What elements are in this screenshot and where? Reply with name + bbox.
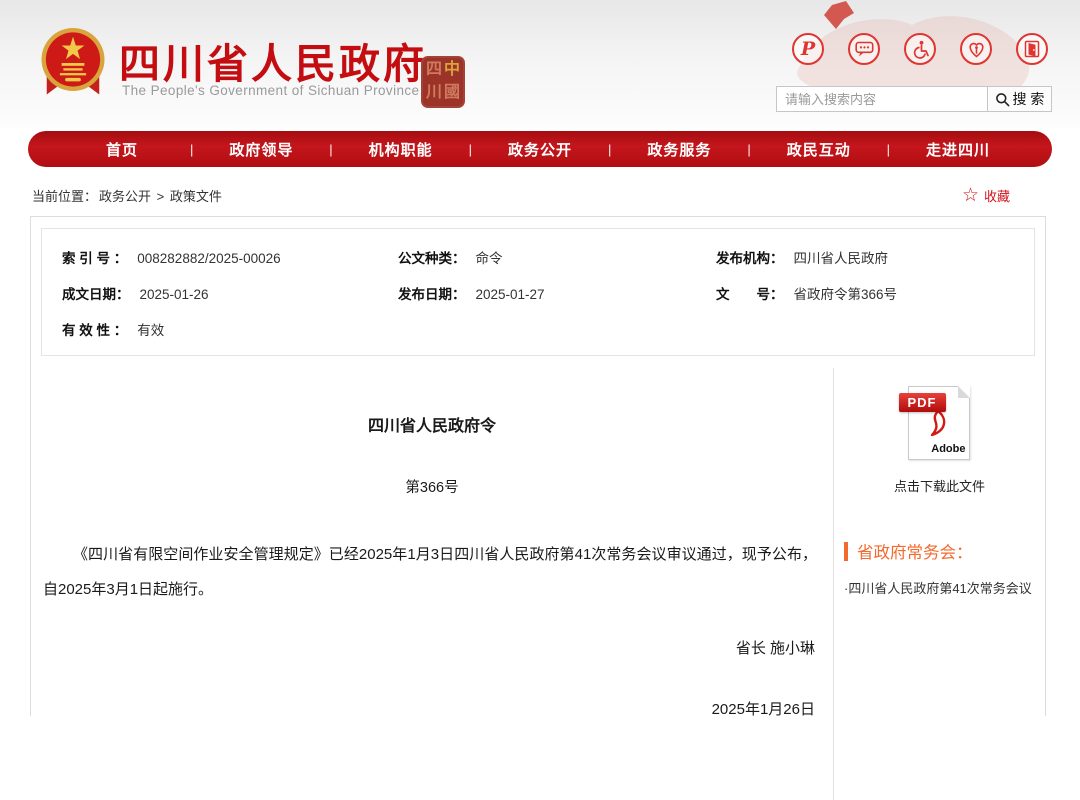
map-pin-icon (824, 1, 854, 29)
p-badge-icon[interactable]: P (792, 33, 824, 65)
content-row: 四川省人民政府令 第366号 《四川省有限空间作业安全管理规定》已经2025年1… (31, 368, 1045, 800)
star-icon: ☆ (962, 186, 979, 205)
breadcrumb-label: 当前位置： (32, 189, 97, 204)
main-navbar: 首页 | 政府领导 | 机构职能 | 政务公开 | 政务服务 | 政民互动 | … (28, 131, 1052, 167)
national-emblem-logo (38, 20, 108, 106)
nav-item-home[interactable]: 首页 (54, 139, 190, 160)
search-button-label: 搜 索 (1013, 89, 1045, 109)
adobe-label: Adobe (931, 443, 965, 455)
header-icon-row: P (792, 33, 1048, 65)
nav-item-institution-functions[interactable]: 机构职能 (333, 139, 469, 160)
login-door-icon[interactable] (1016, 33, 1048, 65)
site-header: 四川省人民政府 The People's Government of Sichu… (0, 0, 1080, 128)
seal-glyph: 四 (426, 60, 442, 81)
accessibility-wheelchair-icon[interactable] (904, 33, 936, 65)
search-bar: 搜 索 (776, 86, 1052, 112)
document-meta-table: 索 引 号 ： 008282882/2025-00026 公文种类： 命令 发布… (41, 228, 1035, 356)
nav-item-government-services[interactable]: 政务服务 (611, 139, 747, 160)
search-icon (995, 92, 1010, 107)
document-title: 四川省人民政府令 (31, 412, 833, 436)
meta-issuing-agency: 发布机构： 四川省人民政府 (716, 247, 1014, 267)
nav-item-government-affairs-disclosure[interactable]: 政务公开 (472, 139, 608, 160)
meta-document-number: 文 号： 省政府令第366号 (716, 283, 1014, 303)
meta-written-date: 成文日期： 2025-01-26 (62, 283, 398, 303)
article-body: 四川省人民政府令 第366号 《四川省有限空间作业安全管理规定》已经2025年1… (31, 368, 833, 800)
search-button[interactable]: 搜 索 (988, 86, 1052, 112)
breadcrumb-row: 当前位置：政务公开 > 政策文件 ☆ 收藏 (30, 181, 1046, 209)
seal-glyph: 國 (444, 83, 460, 104)
nav-item-public-interaction[interactable]: 政民互动 (751, 139, 887, 160)
breadcrumb-separator: > (157, 189, 165, 204)
meta-document-type: 公文种类： 命令 (398, 247, 716, 267)
site-subtitle: The People's Government of Sichuan Provi… (122, 83, 419, 98)
care-version-icon[interactable] (960, 33, 992, 65)
pdf-fold-corner (958, 386, 970, 398)
nav-item-government-leaders[interactable]: 政府领导 (193, 139, 329, 160)
meta-publish-date: 发布日期： 2025-01-27 (398, 283, 716, 303)
sidebar-section-header: 省政府常务会： (844, 539, 1045, 563)
breadcrumb-link-zhengwugongkai[interactable]: 政务公开 (99, 189, 151, 204)
section-title: 省政府常务会： (857, 539, 973, 563)
meta-validity: 有 效 性 ： 有效 (62, 319, 398, 339)
breadcrumb-current[interactable]: 政策文件 (170, 189, 222, 204)
sidebar-meeting-link[interactable]: ·四川省人民政府第41次常务会议 (844, 580, 1033, 598)
seal-glyph: 中 (444, 60, 460, 81)
pdf-download-icon[interactable]: Adobe PDF (908, 386, 972, 460)
download-file-link[interactable]: 点击下载此文件 (834, 476, 1045, 495)
adobe-swirl-icon (923, 409, 953, 439)
site-title: 四川省人民政府 (119, 30, 427, 90)
sichuan-china-seal: 四 中 川 國 (421, 56, 465, 108)
document-card: 索 引 号 ： 008282882/2025-00026 公文种类： 命令 发布… (30, 216, 1046, 716)
document-sidebar: Adobe PDF 点击下载此文件 省政府常务会： ·四川省人民政府第41次常务… (833, 368, 1045, 800)
nav-item-discover-sichuan[interactable]: 走进四川 (890, 139, 1026, 160)
favorite-label: 收藏 (984, 186, 1010, 205)
search-input[interactable] (776, 86, 988, 112)
pdf-badge: PDF (899, 393, 946, 412)
section-accent-bar (844, 542, 848, 561)
breadcrumb: 当前位置：政务公开 > 政策文件 (30, 186, 222, 205)
seal-glyph: 川 (426, 83, 442, 104)
p-glyph: P (801, 40, 815, 59)
document-date: 2025年1月26日 (31, 698, 815, 719)
document-signer: 省长 施小琳 (31, 637, 815, 658)
message-icon[interactable] (848, 33, 880, 65)
meta-index-number: 索 引 号 ： 008282882/2025-00026 (62, 247, 398, 267)
favorite-button[interactable]: ☆ 收藏 (962, 186, 1010, 205)
document-number: 第366号 (31, 476, 833, 497)
document-paragraph: 《四川省有限空间作业安全管理规定》已经2025年1月3日四川省人民政府第41次常… (43, 537, 817, 607)
